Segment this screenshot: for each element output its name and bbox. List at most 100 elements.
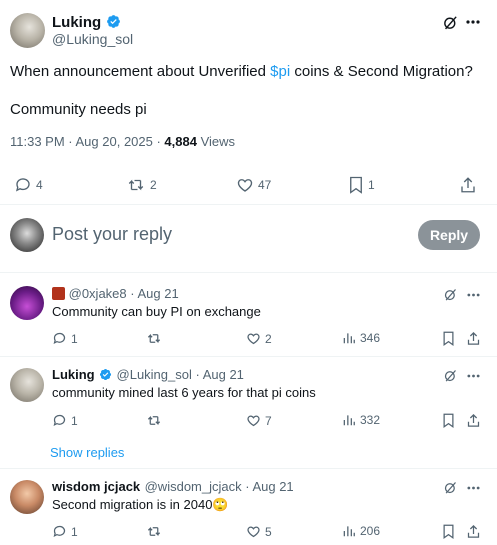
reply-author-name[interactable]: wisdom jcjack [52,479,140,494]
repost-action[interactable] [146,331,162,346]
user-emoji-icon [52,287,65,300]
more-icon[interactable] [467,374,480,378]
more-icon[interactable] [466,20,480,24]
repost-icon [146,413,162,428]
reply-action[interactable]: 1 [52,413,78,428]
like-count: 5 [265,524,272,539]
author-name[interactable]: Luking [52,14,101,31]
reply-date[interactable]: · Aug 21 [127,286,178,301]
reply-icon [14,176,32,194]
tweet-text: When announcement about Unverified $pi c… [10,62,490,82]
divider [0,272,497,273]
bookmark-icon[interactable] [442,331,455,346]
tweet-meta: 11:33 PM · Aug 20, 2025 · 4,884 Views [10,134,235,150]
views-count: 332 [360,413,381,427]
repost-icon [146,524,162,539]
repost-icon [146,331,162,346]
share-icon[interactable] [467,331,480,346]
grok-icon[interactable] [442,14,459,31]
like-icon [246,413,261,428]
tweet-text-part: When announcement about Unverified [10,63,271,80]
grok-icon[interactable] [443,368,458,383]
like-icon [236,176,254,194]
cashtag-link[interactable]: $pi [270,63,290,80]
author-info: Luking @Luking_sol [52,14,133,48]
views-icon [342,524,356,538]
author-avatar[interactable] [10,13,45,48]
views-icon [342,413,356,427]
reply-icon [52,524,67,539]
like-count: 7 [265,413,272,428]
share-icon[interactable] [460,176,476,194]
reply-count: 1 [71,331,78,346]
views-action[interactable]: 206 [342,524,380,538]
views-count: 346 [360,331,381,345]
reply-text: community mined last 6 years for that pi… [52,385,316,400]
reply-action[interactable]: 1 [52,524,78,539]
grok-icon[interactable] [443,480,458,495]
reply-avatar[interactable] [10,480,44,514]
reply-date[interactable]: · Aug 21 [192,367,243,382]
like-action[interactable]: 2 [246,331,272,346]
bookmark-icon[interactable] [442,524,455,539]
reply-button[interactable]: Reply [418,220,480,250]
divider [0,204,497,205]
more-icon[interactable] [467,486,480,490]
more-icon[interactable] [467,293,480,297]
reply-count: 1 [71,524,78,539]
views-icon [342,331,356,345]
author-handle[interactable]: @Luking_sol [52,31,133,48]
like-count: 2 [265,331,272,346]
share-icon[interactable] [467,413,480,428]
divider [0,356,497,357]
views-label: Views [196,134,236,149]
reply-header: Luking @Luking_sol · Aug 21 [52,367,244,383]
repost-count: 2 [150,178,157,192]
show-replies-link[interactable]: Show replies [50,445,124,460]
like-count: 47 [258,178,272,192]
repost-action[interactable] [146,413,162,428]
reply-header: wisdom jcjack @wisdom_jcjack · Aug 21 [52,479,294,495]
current-user-avatar[interactable] [10,218,44,252]
like-icon [246,331,261,346]
reply-date[interactable]: · Aug 21 [242,479,293,494]
reply-handle[interactable]: @wisdom_jcjack [145,479,242,494]
reply-icon [52,413,67,428]
views-count: 4,884 [164,134,197,149]
bookmark-icon [348,176,364,194]
timestamp[interactable]: 11:33 PM · Aug 20, 2025 · [10,134,164,149]
bookmark-icon[interactable] [442,413,455,428]
reply-header: @0xjake8 · Aug 21 [52,286,179,302]
repost-action[interactable]: 2 [126,176,157,194]
verified-icon [106,14,121,29]
reply-count: 4 [36,178,43,192]
reply-icon [52,331,67,346]
reply-author-name[interactable]: Luking [52,367,95,382]
repost-action[interactable] [146,524,162,539]
reply-handle[interactable]: @0xjake8 [69,286,127,301]
bookmark-action[interactable]: 1 [348,176,375,194]
divider [0,468,497,469]
repost-icon [126,176,146,194]
reply-compose-input[interactable]: Post your reply [52,224,172,245]
reply-text: Community can buy PI on exchange [52,304,261,319]
reply-avatar[interactable] [10,286,44,320]
like-action[interactable]: 7 [246,413,272,428]
grok-icon[interactable] [443,287,458,302]
views-action[interactable]: 346 [342,331,380,345]
like-action[interactable]: 47 [236,176,271,194]
reply-action[interactable]: 1 [52,331,78,346]
verified-icon [99,368,112,381]
share-icon[interactable] [467,524,480,539]
reply-text: Second migration is in 2040🙄 [52,497,229,512]
tweet-text-line2: Community needs pi [10,101,147,118]
reply-action[interactable]: 4 [14,176,43,194]
like-icon [246,524,261,539]
views-action[interactable]: 332 [342,413,380,427]
like-action[interactable]: 5 [246,524,272,539]
reply-count: 1 [71,413,78,428]
tweet-text-part: coins & Second Migration? [290,63,473,80]
reply-avatar[interactable] [10,368,44,402]
bookmark-count: 1 [368,178,375,192]
reply-handle[interactable]: @Luking_sol [117,367,192,382]
